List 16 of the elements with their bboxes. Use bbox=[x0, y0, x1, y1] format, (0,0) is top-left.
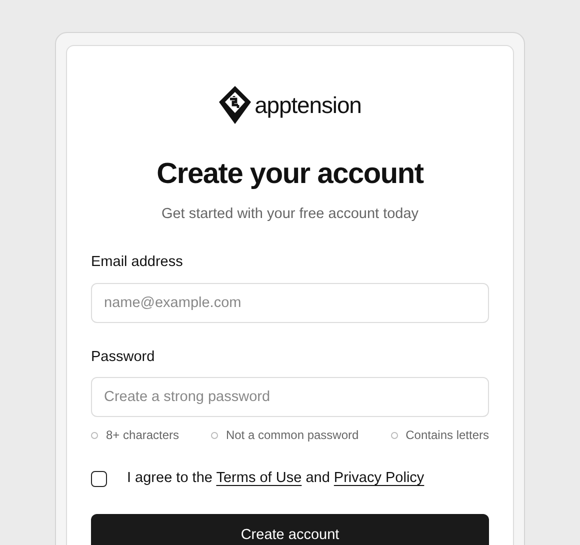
logo-icon bbox=[218, 86, 251, 124]
policy-link[interactable]: Privacy Policy bbox=[334, 470, 424, 486]
agreement-text: I agree to the Terms of Use and Privacy Policy bbox=[127, 469, 424, 488]
requirement-text: Not a common password bbox=[226, 427, 359, 444]
subtitle: Get started with your free account today bbox=[160, 205, 420, 224]
create-account-button[interactable]: Create account bbox=[91, 514, 489, 545]
logo-text: apptension bbox=[254, 90, 362, 120]
page-heading: Create your account bbox=[156, 157, 425, 192]
requirement-text: 8+ characters bbox=[106, 427, 180, 444]
agreement-checkbox[interactable] bbox=[91, 471, 107, 488]
password-field[interactable]: Create a strong password bbox=[91, 377, 489, 418]
requirement-text: Contains letters bbox=[406, 427, 489, 444]
email-field[interactable]: name@example.com bbox=[91, 282, 489, 322]
field-label: Email address bbox=[91, 252, 184, 272]
field-label: Password bbox=[91, 348, 156, 366]
policy-link[interactable]: Terms of Use bbox=[216, 470, 302, 486]
